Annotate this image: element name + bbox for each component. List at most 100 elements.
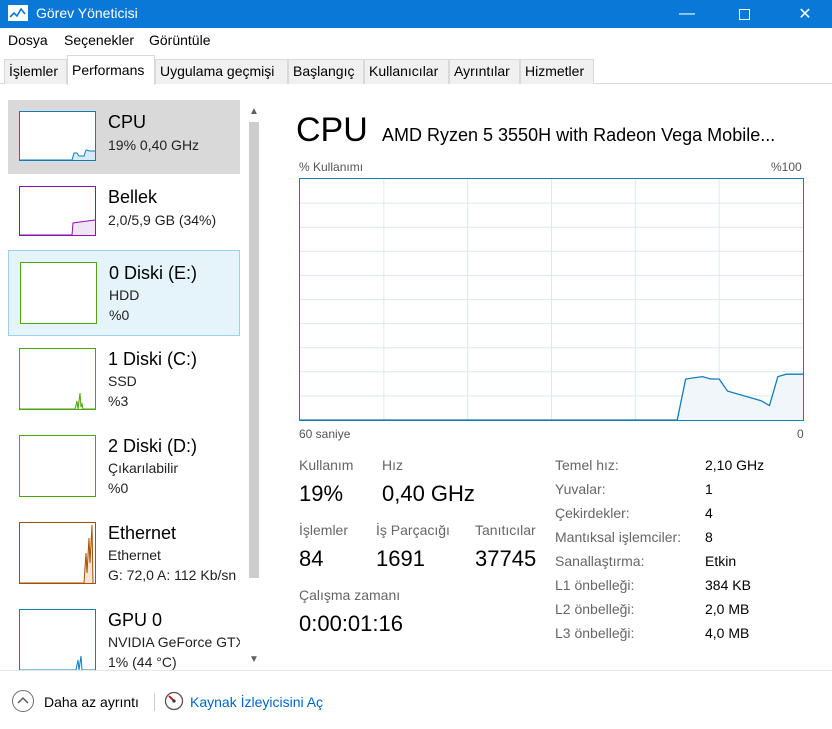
tab-app-history[interactable]: Uygulama geçmişi [155, 59, 288, 84]
resource-monitor-icon[interactable] [164, 691, 184, 711]
tab-services[interactable]: Hizmetler [520, 59, 594, 84]
minimize-button[interactable]: — [664, 0, 710, 28]
disk-2-thumbnail [19, 435, 96, 497]
graph-y-label: % Kullanımı [299, 160, 364, 174]
resource-detail: Çıkarılabilir [108, 460, 179, 476]
detail-label: L1 önbelleği: [555, 577, 635, 593]
detail-value: 4,0 MB [705, 625, 750, 641]
close-button[interactable]: ✕ [782, 0, 828, 28]
resource-list-scrollbar[interactable]: ▲ ▼ [244, 100, 264, 670]
resource-name: 1 Diski (C:) [108, 349, 197, 369]
resource-item-disk-1[interactable]: 1 Diski (C:) SSD %3 [8, 337, 240, 423]
resource-name: CPU [108, 112, 147, 132]
resource-detail: 19% 0,40 GHz [108, 137, 200, 153]
resource-item-disk-0[interactable]: 0 Diski (E:) HDD %0 [8, 250, 240, 336]
resource-item-cpu[interactable]: CPU 19% 0,40 GHz [8, 100, 240, 174]
disk-1-thumbnail [19, 348, 96, 410]
resource-detail: NVIDIA GeForce GTX [108, 634, 240, 650]
resource-name: Bellek [108, 187, 158, 207]
divider [154, 693, 155, 711]
task-manager-icon [8, 5, 28, 21]
ethernet-thumbnail-graph [20, 524, 95, 583]
resource-list: CPU 19% 0,40 GHz Bellek 2,0/5,9 GB (34%)… [0, 85, 264, 670]
resource-name: 2 Diski (D:) [108, 436, 197, 456]
cpu-detail-panel: CPU AMD Ryzen 5 3550H with Radeon Vega M… [275, 85, 832, 670]
resource-usage: G: 72,0 A: 112 Kb/sn [108, 567, 237, 583]
cpu-usage-graph [299, 178, 804, 421]
graph-x-min: 0 [797, 427, 804, 441]
tab-details[interactable]: Ayrıntılar [449, 59, 520, 84]
cpu-usage-chart [300, 179, 803, 420]
speed-value: 0,40 GHz [382, 481, 475, 506]
detail-value: 384 KB [705, 577, 751, 593]
page-title: CPU [296, 111, 368, 149]
graph-x-label: 60 saniye [299, 427, 351, 441]
detail-value: 4 [705, 505, 713, 521]
memory-thumbnail [19, 186, 96, 236]
tab-processes[interactable]: İşlemler [4, 59, 67, 84]
tab-bar: İşlemler Performans Uygulama geçmişi Baş… [0, 53, 832, 85]
threads-label: İş Parçacığı [376, 522, 450, 538]
disk-0-thumbnail [20, 262, 97, 324]
resource-usage: 1% (44 °C) [108, 654, 177, 670]
chevron-up-icon[interactable] [12, 690, 34, 712]
detail-label: L2 önbelleği: [555, 601, 635, 617]
detail-label: Temel hız: [555, 457, 619, 473]
menu-file[interactable]: Dosya [8, 32, 48, 48]
processor-model: AMD Ryzen 5 3550H with Radeon Vega Mobil… [382, 125, 776, 145]
detail-label: L3 önbelleği: [555, 625, 635, 641]
detail-label: Çekirdekler: [555, 505, 630, 521]
tab-users[interactable]: Kullanıcılar [364, 59, 449, 84]
cpu-thumbnail-graph [20, 149, 95, 160]
resource-name: GPU 0 [108, 610, 163, 630]
threads-value: 1691 [376, 546, 425, 571]
resource-usage: %0 [108, 480, 129, 496]
minimize-icon: — [679, 5, 695, 22]
usage-label: Kullanım [299, 457, 354, 473]
detail-label: Sanallaştırma: [555, 553, 645, 569]
processes-value: 84 [299, 546, 324, 571]
ethernet-thumbnail [19, 522, 96, 584]
tab-performance[interactable]: Performans [67, 55, 155, 85]
menu-view[interactable]: Görüntüle [149, 32, 210, 48]
scroll-up-icon[interactable]: ▲ [244, 102, 264, 120]
bottom-bar: Daha az ayrıntı Kaynak İzleyicisini Aç [0, 670, 832, 729]
resource-name: Ethernet [108, 523, 177, 543]
title-bar: Görev Yöneticisi — ✕ [0, 0, 832, 28]
uptime-label: Çalışma zamanı [299, 587, 401, 603]
open-resource-monitor-link[interactable]: Kaynak İzleyicisini Aç [190, 694, 323, 710]
usage-value: 19% [299, 481, 344, 506]
detail-value: 2,0 MB [705, 601, 750, 617]
detail-value: 1 [705, 481, 713, 497]
graph-y-max: %100 [771, 160, 802, 174]
detail-value: Etkin [705, 553, 737, 569]
handles-value: 37745 [475, 546, 537, 571]
detail-label: Yuvalar: [555, 481, 606, 497]
resource-usage: %0 [109, 307, 130, 323]
resource-detail: 2,0/5,9 GB (34%) [108, 212, 217, 228]
fewer-details-button[interactable]: Daha az ayrıntı [44, 694, 139, 710]
maximize-icon [738, 8, 750, 20]
resource-usage: %3 [108, 393, 129, 409]
memory-thumbnail-graph [20, 219, 95, 235]
gpu-thumbnail-graph [20, 655, 95, 670]
menu-options[interactable]: Seçenekler [64, 32, 134, 48]
processes-label: İşlemler [299, 522, 349, 538]
resource-detail: Ethernet [108, 547, 161, 563]
gpu-thumbnail [19, 609, 96, 670]
detail-value: 8 [705, 529, 713, 545]
detail-label: Mantıksal işlemciler: [555, 529, 682, 545]
speed-label: Hız [382, 457, 403, 473]
resource-name: 0 Diski (E:) [109, 263, 198, 283]
resource-item-disk-2[interactable]: 2 Diski (D:) Çıkarılabilir %0 [8, 424, 240, 510]
maximize-button[interactable] [721, 0, 767, 28]
resource-item-gpu-0[interactable]: GPU 0 NVIDIA GeForce GTX 1% (44 °C) [8, 598, 240, 670]
tab-startup[interactable]: Başlangıç [288, 59, 364, 84]
window-title: Görev Yöneticisi [36, 5, 138, 21]
scroll-thumb[interactable] [249, 122, 259, 578]
resource-detail: SSD [108, 373, 137, 389]
resource-item-memory[interactable]: Bellek 2,0/5,9 GB (34%) [8, 175, 240, 249]
menu-bar: Dosya Seçenekler Görüntüle [0, 28, 832, 53]
scroll-down-icon[interactable]: ▼ [244, 650, 264, 668]
resource-item-ethernet[interactable]: Ethernet Ethernet G: 72,0 A: 112 Kb/sn [8, 511, 240, 597]
